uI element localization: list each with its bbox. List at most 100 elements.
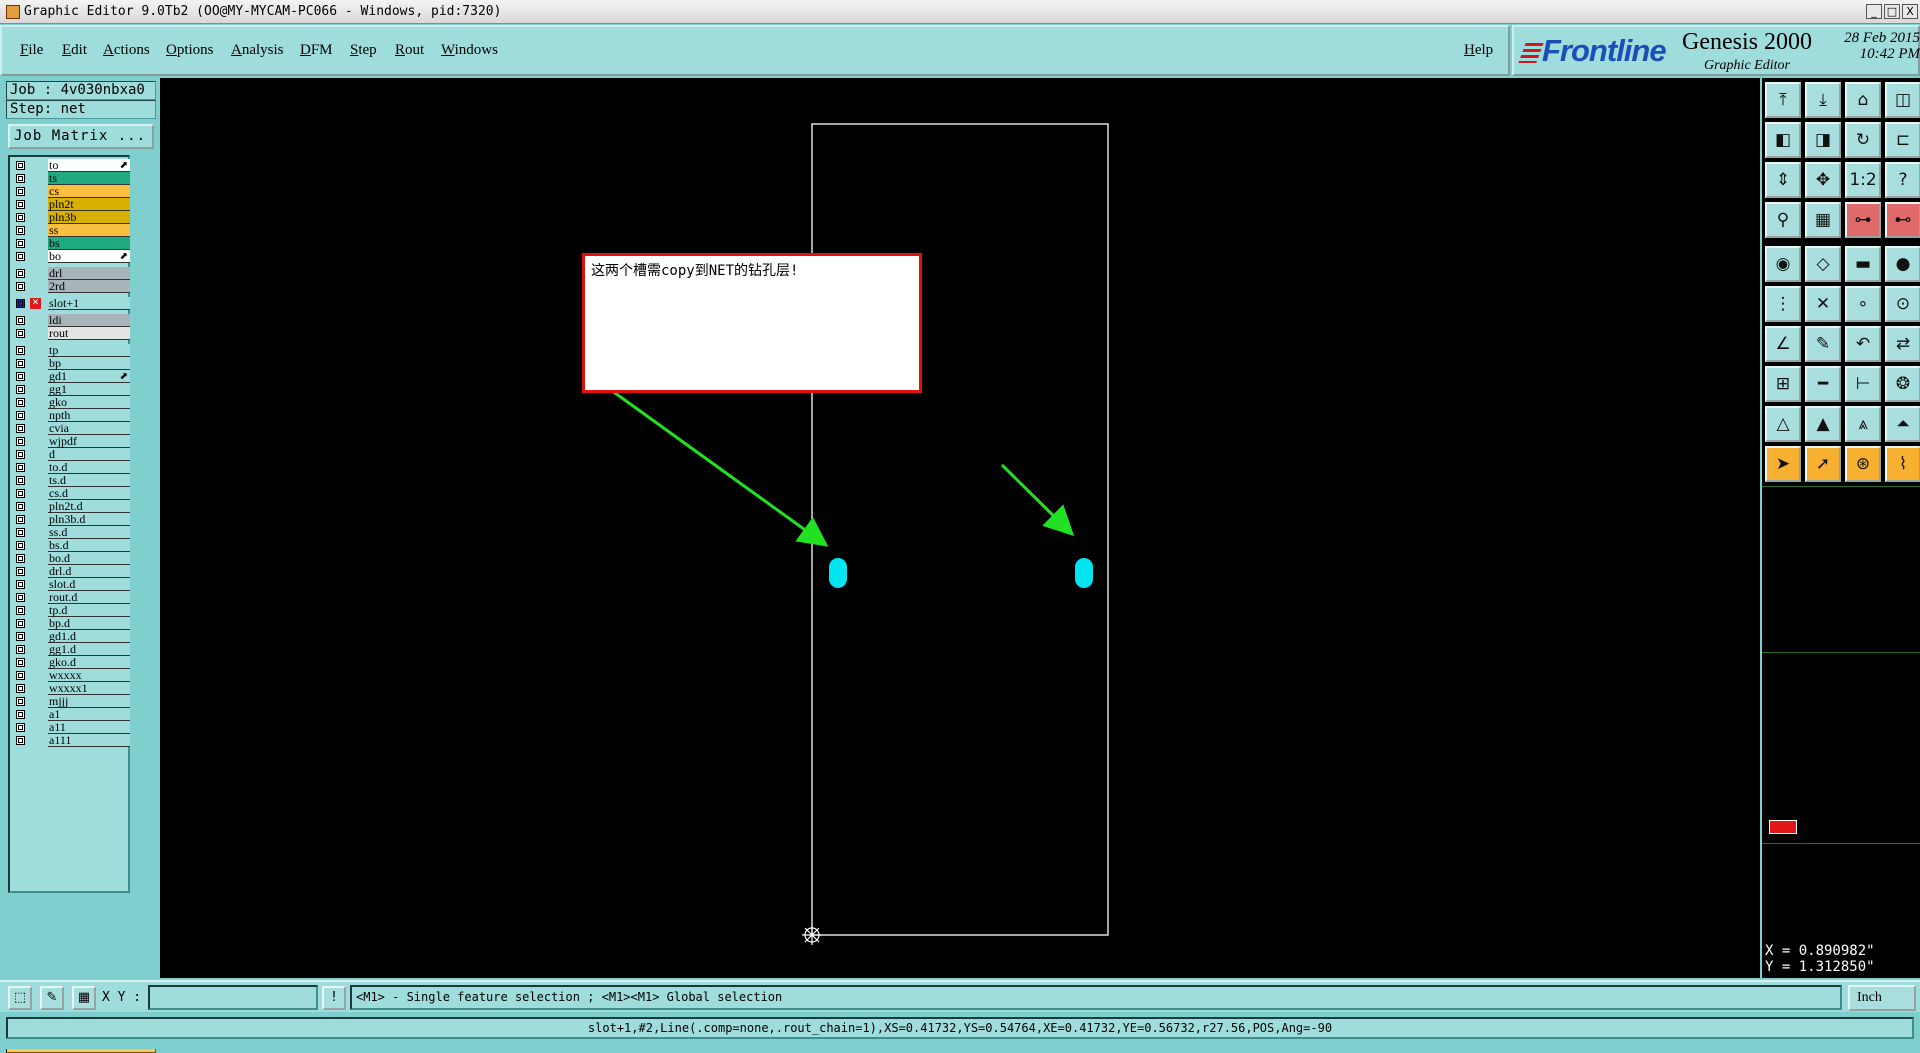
job-matrix-button[interactable]: Job Matrix ... xyxy=(8,124,154,149)
close-button[interactable]: X xyxy=(1902,4,1918,19)
tool-mirror-button[interactable]: ⇄ xyxy=(1885,326,1920,362)
layer-row[interactable]: tp xyxy=(12,344,130,357)
layer-row[interactable]: mjjj xyxy=(12,695,130,708)
tool-triangle2-button[interactable]: ▲ xyxy=(1805,406,1841,442)
layer-checkbox[interactable] xyxy=(16,632,25,641)
layer-checkbox[interactable] xyxy=(16,187,25,196)
layer-checkbox[interactable] xyxy=(16,567,25,576)
tool-slot-button[interactable]: ━ xyxy=(1805,366,1841,402)
layer-row[interactable]: drl xyxy=(12,267,130,280)
tool-node2-button[interactable]: ⊙ xyxy=(1885,286,1920,322)
layer-checkbox[interactable] xyxy=(16,174,25,183)
layer-checkbox[interactable] xyxy=(16,437,25,446)
tool-grid-button[interactable]: ▦ xyxy=(1805,202,1841,238)
layer-checkbox[interactable] xyxy=(16,398,25,407)
layer-checkbox[interactable] xyxy=(16,710,25,719)
layer-checkbox[interactable] xyxy=(16,252,25,261)
tool-pad-button[interactable]: ◉ xyxy=(1765,246,1801,282)
tool-magnifier-button[interactable]: ⚲ xyxy=(1765,202,1801,238)
layer-checkbox[interactable] xyxy=(16,697,25,706)
tool-home-button[interactable]: ⌂ xyxy=(1845,82,1881,118)
layer-name[interactable]: a111 xyxy=(48,734,130,747)
layer-row[interactable]: ss.d xyxy=(12,526,130,539)
layer-checkbox[interactable] xyxy=(16,299,25,308)
tool-pan-right-button[interactable]: ◨ xyxy=(1805,122,1841,158)
layer-row[interactable]: npth xyxy=(12,409,130,422)
layer-row[interactable]: to.d xyxy=(12,461,130,474)
layer-checkbox[interactable] xyxy=(16,619,25,628)
unit-selector[interactable]: Inch xyxy=(1848,985,1916,1011)
tool-pointer-button[interactable]: ➤ xyxy=(1765,446,1801,482)
snap-mode-button[interactable]: ⬚ xyxy=(8,986,32,1010)
alert-button[interactable]: ! xyxy=(322,986,346,1010)
tool-snap-button[interactable]: ⊶ xyxy=(1845,202,1881,238)
maximize-button[interactable]: □ xyxy=(1884,4,1900,19)
layer-checkbox[interactable] xyxy=(16,671,25,680)
layer-row[interactable]: rout xyxy=(12,327,130,340)
layer-checkbox[interactable] xyxy=(16,723,25,732)
menu-actions[interactable]: Actions xyxy=(103,42,150,59)
layer-row[interactable]: bs.d xyxy=(12,539,130,552)
layer-name[interactable]: ts xyxy=(48,172,130,185)
menu-help[interactable]: Help xyxy=(1464,42,1493,59)
layer-checkbox[interactable] xyxy=(16,580,25,589)
layer-name[interactable]: pln3b xyxy=(48,211,130,224)
graphic-canvas[interactable]: 这两个槽需copy到NET的钻孔层! xyxy=(160,78,1760,978)
layer-row[interactable]: wxxxx1 xyxy=(12,682,130,695)
layer-row[interactable]: a111 xyxy=(12,734,130,747)
tool-arc-button[interactable]: ↶ xyxy=(1845,326,1881,362)
layer-checkbox[interactable] xyxy=(16,450,25,459)
tool-fit-vertical-button[interactable]: ⇕ xyxy=(1765,162,1801,198)
slot-feature-right[interactable] xyxy=(1075,558,1093,588)
layer-row[interactable]: gg1 xyxy=(12,383,130,396)
tool-pointer-active-button[interactable]: ➚ xyxy=(1805,446,1841,482)
tool-shape-button[interactable]: ◇ xyxy=(1805,246,1841,282)
tool-circle-button[interactable]: ● xyxy=(1885,246,1920,282)
layer-checkbox[interactable] xyxy=(16,554,25,563)
layer-row[interactable]: gd1 ⬈ xyxy=(12,370,130,383)
tool-step-button[interactable]: ⊏ xyxy=(1885,122,1920,158)
layer-row[interactable]: tp.d xyxy=(12,604,130,617)
tool-node-button[interactable]: ∘ xyxy=(1845,286,1881,322)
menu-rout[interactable]: Rout xyxy=(395,42,424,59)
tool-align-button[interactable]: ⊞ xyxy=(1765,366,1801,402)
slot-feature-left[interactable] xyxy=(829,558,847,588)
tool-zoom-in-button[interactable]: ⤓ xyxy=(1805,82,1841,118)
tool-triangle3-button[interactable]: ⩓ xyxy=(1845,406,1881,442)
layer-checkbox[interactable] xyxy=(16,200,25,209)
tool-zoom-home-button[interactable]: ⤒ xyxy=(1765,82,1801,118)
layer-checkbox[interactable] xyxy=(16,515,25,524)
menu-windows[interactable]: Windows xyxy=(441,42,498,59)
layer-checkbox[interactable] xyxy=(16,226,25,235)
tool-snap-active-button[interactable]: ⊷ xyxy=(1885,202,1920,238)
tool-pan-left-button[interactable]: ◧ xyxy=(1765,122,1801,158)
layer-checkbox[interactable] xyxy=(16,329,25,338)
layer-checkbox[interactable] xyxy=(16,606,25,615)
layer-checkbox[interactable] xyxy=(16,645,25,654)
layer-checkbox[interactable] xyxy=(16,239,25,248)
layer-row[interactable]: ts xyxy=(12,172,130,185)
layer-row[interactable]: pln3b.d xyxy=(12,513,130,526)
tool-line-button[interactable]: ▬ xyxy=(1845,246,1881,282)
layer-row[interactable]: bp xyxy=(12,357,130,370)
layer-checkbox[interactable] xyxy=(16,346,25,355)
tool-cluster-button[interactable]: ❂ xyxy=(1885,366,1920,402)
tool-pointer-circle-button[interactable]: ⊛ xyxy=(1845,446,1881,482)
layer-row[interactable]: 2rd xyxy=(12,280,130,293)
tool-pen-button[interactable]: ✎ xyxy=(1805,326,1841,362)
tool-fit-center-button[interactable]: ✥ xyxy=(1805,162,1841,198)
layer-checkbox[interactable] xyxy=(16,316,25,325)
edit-mode-button[interactable]: ✎ xyxy=(40,986,64,1010)
minimize-button[interactable]: _ xyxy=(1866,4,1882,19)
layer-checkbox[interactable] xyxy=(16,593,25,602)
tool-help-button[interactable]: ? xyxy=(1885,162,1920,198)
layer-name[interactable]: slot+1 xyxy=(48,297,130,310)
layer-row[interactable]: ss xyxy=(12,224,130,237)
tool-ratio-button[interactable]: 1:2 xyxy=(1845,162,1881,198)
menu-file[interactable]: File xyxy=(20,42,43,59)
layer-checkbox[interactable] xyxy=(16,541,25,550)
layer-checkbox[interactable] xyxy=(16,372,25,381)
tool-triangle4-button[interactable]: ⏶ xyxy=(1885,406,1920,442)
menu-step[interactable]: Step xyxy=(350,42,377,59)
layer-checkbox[interactable] xyxy=(16,736,25,745)
